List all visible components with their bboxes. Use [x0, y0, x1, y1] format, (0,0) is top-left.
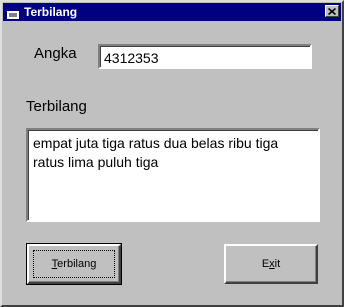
title-bar[interactable]: Terbilang	[3, 3, 341, 21]
close-x-icon	[328, 7, 336, 15]
terbilang-output[interactable]: empat juta tiga ratus dua belas ribu tig…	[26, 128, 320, 222]
terbilang-window: Terbilang Angka 4312353 Terbilang empat …	[0, 0, 344, 307]
terbilang-label: Terbilang	[26, 98, 87, 115]
angka-input[interactable]: 4312353	[98, 44, 312, 69]
focus-rectangle	[33, 250, 115, 278]
terbilang-button[interactable]: Terbilang	[26, 243, 122, 285]
exit-button-label: Exit	[261, 258, 281, 270]
app-window-icon	[7, 6, 19, 19]
exit-button[interactable]: Exit	[224, 244, 318, 284]
close-button[interactable]	[325, 5, 339, 17]
window-title: Terbilang	[24, 5, 78, 19]
angka-label: Angka	[34, 45, 77, 62]
